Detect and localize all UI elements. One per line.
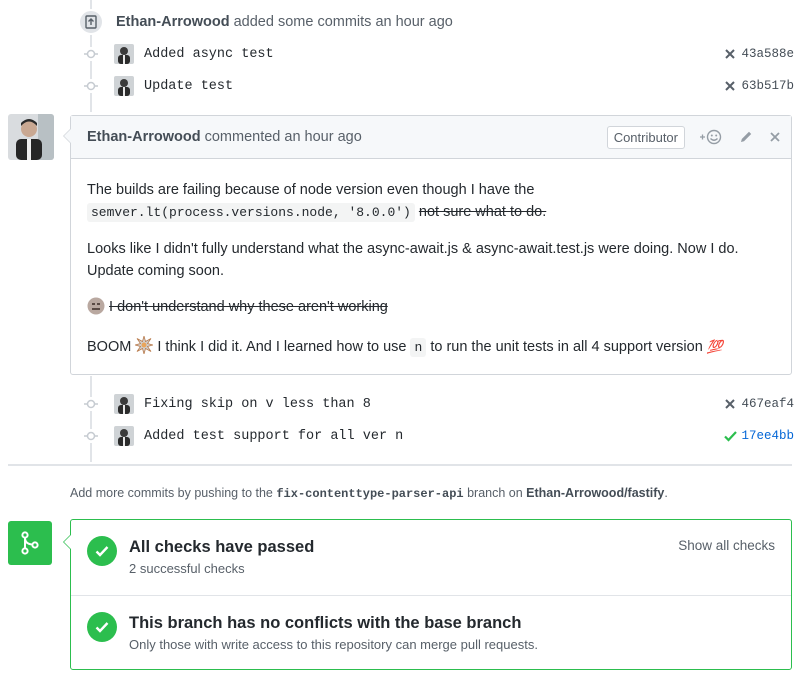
commit-sha[interactable]: 17ee4bb xyxy=(741,429,794,443)
strikethrough-text: not sure what to do. xyxy=(418,204,547,220)
pencil-icon[interactable] xyxy=(739,130,753,144)
comment-header: Ethan-Arrowood commented an hour ago Con… xyxy=(71,116,791,159)
push-note-text: . xyxy=(664,486,668,500)
comment-paragraph: Looks like I didn't fully understand wha… xyxy=(87,241,739,279)
comment-author-avatar[interactable] xyxy=(8,114,54,160)
push-event-author[interactable]: Ethan-Arrowood xyxy=(116,14,230,30)
commit-row: Update test 63b517b xyxy=(84,73,794,99)
avatar[interactable] xyxy=(114,44,134,64)
comment-paragraph: I don't understand why these aren't work… xyxy=(87,296,775,322)
close-icon[interactable] xyxy=(769,131,781,143)
inline-code: semver.lt(process.versions.node, '8.0.0'… xyxy=(87,203,415,222)
conflicts-title: This branch has no conflicts with the ba… xyxy=(129,614,522,632)
collision-icon xyxy=(133,334,155,361)
paragraph-text: The builds are failing because of node v… xyxy=(87,182,535,198)
commit-message[interactable]: Added test support for all ver n xyxy=(144,429,723,444)
branch-name[interactable]: fix-contenttype-parser-api xyxy=(276,487,463,501)
paragraph-text: to run the unit tests in all 4 support v… xyxy=(430,339,703,355)
git-commit-icon xyxy=(84,79,98,93)
comment-paragraph: BOOM I think I did it. And I learned how… xyxy=(87,334,775,361)
commit-row: Added async test 43a588e xyxy=(84,41,794,67)
repo-push-icon xyxy=(78,9,104,35)
check-circle-icon xyxy=(87,536,117,566)
push-event-text: Ethan-Arrowood added some commits an hou… xyxy=(116,14,453,30)
commit-message[interactable]: Added async test xyxy=(144,47,723,62)
commit-message[interactable]: Fixing skip on v less than 8 xyxy=(144,397,723,412)
git-merge-icon xyxy=(8,521,52,565)
checks-title: All checks have passed xyxy=(129,538,315,556)
contributor-badge: Contributor xyxy=(606,125,685,149)
strikethrough-text: I don't understand why these aren't work… xyxy=(109,299,388,315)
merge-status-box: All checks have passed 2 successful chec… xyxy=(63,519,792,670)
push-note-text: Add more commits by pushing to the xyxy=(70,486,273,500)
paragraph-text: I think I did it. And I learned how to u… xyxy=(157,339,407,355)
failure-x-icon[interactable] xyxy=(723,79,737,93)
comment-author[interactable]: Ethan-Arrowood xyxy=(87,129,201,145)
comment-timestamp[interactable]: commented an hour ago xyxy=(205,129,362,145)
timeline-divider xyxy=(8,464,792,466)
conflicts-text: This branch has no conflicts with the ba… xyxy=(129,612,538,652)
push-instructions: Add more commits by pushing to the fix-c… xyxy=(70,486,668,501)
repo-name[interactable]: Ethan-Arrowood/fastify xyxy=(526,486,664,500)
conflicts-subtitle: Only those with write access to this rep… xyxy=(129,637,538,652)
comment-box: Ethan-Arrowood commented an hour ago Con… xyxy=(63,115,792,375)
failure-x-icon[interactable] xyxy=(723,397,737,411)
avatar[interactable] xyxy=(114,76,134,96)
checks-subtitle: 2 successful checks xyxy=(129,561,245,576)
push-event-action: added some commits an hour ago xyxy=(233,14,453,30)
paragraph-text: BOOM xyxy=(87,339,132,355)
hundred-points-icon: 💯 xyxy=(706,339,723,354)
comment-body: The builds are failing because of node v… xyxy=(71,159,791,361)
conflicts-section: This branch has no conflicts with the ba… xyxy=(71,595,791,670)
inline-code: n xyxy=(410,338,427,357)
push-note-text: branch on xyxy=(467,486,523,500)
git-commit-icon xyxy=(84,47,98,61)
push-event-header: Ethan-Arrowood added some commits an hou… xyxy=(78,8,453,36)
commit-sha[interactable]: 43a588e xyxy=(741,47,794,61)
commit-sha[interactable]: 63b517b xyxy=(741,79,794,93)
avatar[interactable] xyxy=(114,426,134,446)
comment-paragraph: The builds are failing because of node v… xyxy=(87,179,775,224)
commit-sha[interactable]: 467eaf4 xyxy=(741,397,794,411)
comment-meta: Ethan-Arrowood commented an hour ago xyxy=(87,129,607,145)
avatar[interactable] xyxy=(114,394,134,414)
confused-face-icon xyxy=(87,297,105,322)
timeline-line-bottom xyxy=(90,376,92,462)
success-check-icon[interactable] xyxy=(723,429,737,443)
git-commit-icon xyxy=(84,397,98,411)
commit-row: Fixing skip on v less than 8 467eaf4 xyxy=(84,391,794,417)
add-reaction-icon[interactable] xyxy=(699,129,723,145)
show-all-checks-link[interactable]: Show all checks xyxy=(678,538,775,553)
check-circle-icon xyxy=(87,612,117,642)
checks-text: All checks have passed 2 successful chec… xyxy=(129,536,314,576)
git-commit-icon xyxy=(84,429,98,443)
checks-section: All checks have passed 2 successful chec… xyxy=(71,520,791,595)
failure-x-icon[interactable] xyxy=(723,47,737,61)
commit-row: Added test support for all ver n 17ee4bb xyxy=(84,423,794,449)
commit-message[interactable]: Update test xyxy=(144,79,723,94)
